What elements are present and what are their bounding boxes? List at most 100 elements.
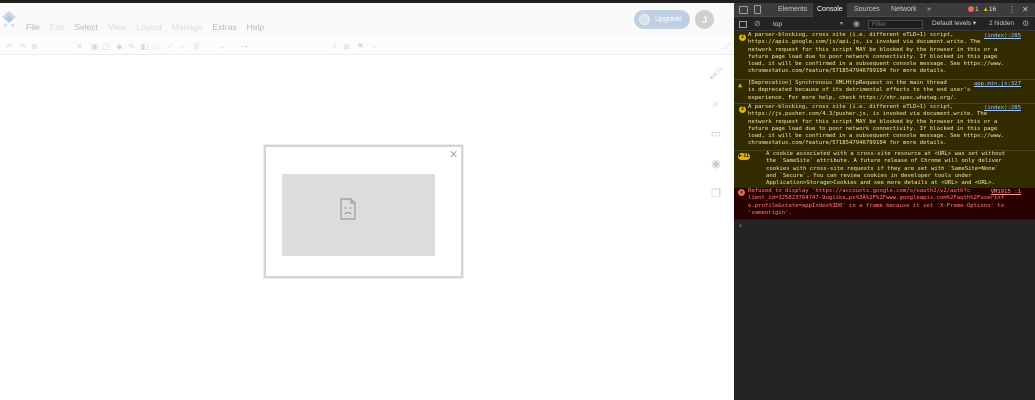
broken-page-icon <box>340 198 356 220</box>
menu-extras[interactable]: Extras <box>213 22 237 32</box>
source-link[interactable]: (index):285 <box>984 105 1021 112</box>
message-line: future page load due to poor network con… <box>748 125 998 132</box>
repeat-count-badge: 2 <box>739 34 746 41</box>
line-color-icon[interactable]: ✎ <box>127 42 136 51</box>
message-line: and `Secure`. You can review cookies in … <box>766 172 972 179</box>
avatar[interactable]: J <box>695 10 714 29</box>
shadow-icon[interactable]: ◧ <box>140 42 149 51</box>
upgrade-label: Upgrade <box>655 16 682 23</box>
format-paint-rail-icon[interactable]: 🖌 <box>708 67 724 81</box>
console-message-warning[interactable]: 2 (index):285 A parser-blocking, cross s… <box>734 32 1035 80</box>
redo-icon[interactable]: ↷ <box>18 42 27 51</box>
warning-count: 16 <box>988 6 997 13</box>
message-line: cookies with cross-site requests if they… <box>766 165 999 172</box>
console-prompt[interactable]: › <box>738 221 743 230</box>
clear-console-icon[interactable]: ⊘ <box>754 18 761 30</box>
format-paint-icon[interactable]: ⚲ <box>192 42 201 51</box>
repeat-count-badge: 2 <box>739 106 746 113</box>
devtools-tab-bar: Elements Console Sources Network » 1 ▲16… <box>734 3 1035 17</box>
connection-icon[interactable]: ⟋ <box>165 42 174 51</box>
sidebar-toggle-icon[interactable] <box>739 21 747 28</box>
menu-view[interactable]: View <box>108 22 126 32</box>
tab-sources[interactable]: Sources <box>850 3 884 17</box>
flag-icon[interactable]: ⚑ <box>356 42 365 51</box>
to-back-icon[interactable]: ▢ <box>101 42 110 51</box>
devtools-panel: Elements Console Sources Network » 1 ▲16… <box>734 3 1035 400</box>
insert-icon[interactable]: ⌁ <box>370 42 379 51</box>
error-icon <box>968 6 974 13</box>
delete-icon[interactable]: ✕ <box>75 42 84 51</box>
message-line: https://apis.google.com/js/api.js, is in… <box>748 39 981 46</box>
message-line: load, it will be confirmed in a subseque… <box>748 133 1004 140</box>
to-front-icon[interactable]: ▣ <box>90 42 99 51</box>
menu-edit[interactable]: Edit <box>50 22 65 32</box>
console-toolbar: ⊘ top ▼ ◉ Default levels ▾ 2 hidden ⚙ <box>734 18 1035 31</box>
fullscreen-icon[interactable]: ⤢ <box>723 42 732 51</box>
gear-icon[interactable]: ⚙ <box>1022 19 1029 29</box>
kebab-menu-icon[interactable]: ⋮ <box>1008 3 1016 17</box>
message-line: experience. For more help, check https:/… <box>748 94 957 101</box>
app-header: File Edit Select View Layout Manage Extr… <box>0 3 734 37</box>
undo-icon[interactable]: ↶ <box>5 42 14 51</box>
upgrade-icon <box>639 14 650 25</box>
message-line: A cookie associated with a cross-site re… <box>766 151 1006 157</box>
context-select[interactable]: top ▼ <box>773 20 846 29</box>
inspect-element-icon[interactable] <box>739 6 748 14</box>
tab-elements[interactable]: Elements <box>774 3 811 17</box>
device-toolbar-icon[interactable] <box>754 5 761 14</box>
repeat-count-badge: ▸ 11 <box>738 153 751 160</box>
message-line: future page load due to poor network con… <box>748 53 998 60</box>
message-line: the `SameSite` attribute. A future relea… <box>766 158 1002 165</box>
message-line: network request for this script MAY be b… <box>748 46 998 53</box>
copy-icon[interactable]: ❐ <box>708 187 724 201</box>
waypoints-icon[interactable]: ⇢ <box>240 42 249 51</box>
menu-manage[interactable]: Manage <box>172 22 203 32</box>
message-line: is deprecated because of its detrimental… <box>748 87 971 94</box>
app-area: File Edit Select View Layout Manage Extr… <box>0 3 734 400</box>
upgrade-button[interactable]: Upgrade <box>634 10 690 29</box>
table-icon[interactable]: ⊞ <box>342 42 351 51</box>
message-line: chromestatus.com/feature/571854794679910… <box>748 68 947 75</box>
toolbar: ↶ ↷ ⊕ ✕ ▣ ▢ ◆ ✎ ◧ □ ⟋ ⌐ ⚲ → ⇢ + ⊞ ⚑ ⌁ ⤢ <box>0 39 734 55</box>
menu-file[interactable]: File <box>26 22 40 32</box>
arrow-icon[interactable]: → <box>218 42 227 51</box>
menu-select[interactable]: Select <box>74 22 98 32</box>
issues-counter[interactable]: 1 ▲16 <box>968 3 996 17</box>
hidden-messages-count: 2 hidden <box>989 20 1014 27</box>
menu-help[interactable]: Help <box>247 22 264 32</box>
source-link[interactable]: (index):285 <box>984 33 1021 40</box>
close-icon[interactable]: ✕ <box>449 150 458 161</box>
message-line: Refused to display 'https://accounts.goo… <box>748 188 971 194</box>
shape-icon[interactable]: □ <box>152 42 161 51</box>
message-line: lient_id=325823764747-9ugiiks…ps%3A%2F%2… <box>748 195 1004 202</box>
eye-icon[interactable]: ◉ <box>708 157 724 171</box>
log-levels-dropdown[interactable]: Default levels ▾ <box>932 19 976 29</box>
message-line: 'sameorigin'. <box>748 209 792 216</box>
embedded-frame <box>282 174 435 256</box>
message-line: chromestatus.com/feature/571854794679910… <box>748 140 947 147</box>
menu-layout[interactable]: Layout <box>136 22 162 32</box>
source-link[interactable]: VM1915 :1 <box>991 189 1021 196</box>
source-link[interactable]: app.min.js:327 <box>974 81 1021 88</box>
console-message-warning[interactable]: ▸ 11 A cookie associated with a cross-si… <box>734 151 1035 191</box>
close-devtools-icon[interactable]: ✕ <box>1022 3 1029 17</box>
filter-input[interactable] <box>868 20 923 29</box>
tab-console[interactable]: Console <box>813 3 847 17</box>
chevron-down-icon: ▼ <box>839 21 844 27</box>
search-icon[interactable]: ⌕ <box>708 97 724 111</box>
console-message-warning[interactable]: 2 (index):285 A parser-blocking, cross s… <box>734 104 1035 151</box>
fill-color-icon[interactable]: ◆ <box>115 42 124 51</box>
message-line: https://js.pusher.com/4.3/pusher.js, is … <box>748 111 988 118</box>
tab-network[interactable]: Network <box>887 3 921 17</box>
more-tabs-button[interactable]: » <box>923 3 935 17</box>
error-x-icon: ✕ <box>738 189 745 196</box>
console-message-warning[interactable]: ▲ app.min.js:327 [Deprecation] Synchrono… <box>734 80 1035 104</box>
app-logo-icon <box>2 11 16 27</box>
zoom-icon[interactable]: ⊕ <box>30 42 39 51</box>
message-line: o.profile&state=appIndex%3D0' in a frame… <box>748 202 1004 209</box>
plus-icon[interactable]: + <box>330 42 339 51</box>
waypoint-icon[interactable]: ⌐ <box>178 42 187 51</box>
live-expression-eye-icon[interactable]: ◉ <box>853 19 860 29</box>
console-message-error[interactable]: ✕ VM1915 :1 Refused to display 'https://… <box>734 188 1035 220</box>
comment-icon[interactable]: ▭ <box>708 127 724 141</box>
